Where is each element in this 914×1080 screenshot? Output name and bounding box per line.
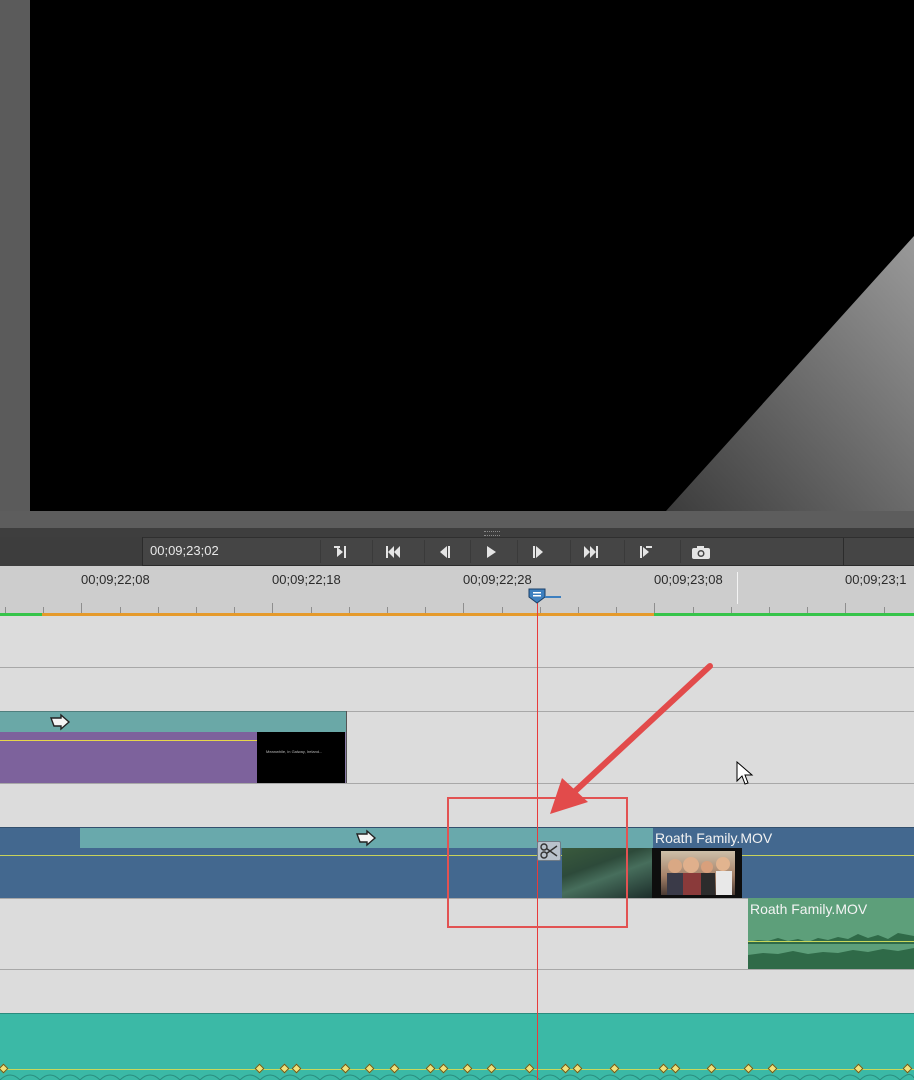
goto-out-point-button[interactable]	[624, 540, 664, 563]
play-icon	[486, 546, 496, 559]
step-back-icon	[439, 546, 450, 559]
annotation-arrow-icon	[550, 663, 713, 814]
audio-volume-line[interactable]	[748, 941, 914, 942]
snapshot-button[interactable]	[680, 540, 720, 563]
timecode-area	[0, 537, 143, 566]
ruler-tick	[272, 603, 273, 613]
monitor-left-border	[0, 0, 30, 515]
track-separator	[0, 783, 914, 784]
camera-icon	[691, 545, 710, 559]
step-back-button[interactable]	[424, 540, 464, 563]
skip-next-icon	[583, 546, 598, 559]
pointing-hand-icon[interactable]	[354, 829, 378, 847]
title-clip-thumbnail	[257, 732, 346, 783]
ruler-label: 00;09;22;28	[463, 572, 532, 587]
music-waveform	[0, 1074, 914, 1080]
ruler-tick	[654, 603, 655, 613]
ruler-tick	[845, 603, 846, 613]
family-people-graphic	[667, 857, 732, 895]
goto-in-point-button[interactable]	[320, 540, 360, 563]
ruler-label: 00;09;23;1	[845, 572, 907, 587]
playhead-tail-icon	[545, 596, 561, 598]
goto-out-point-icon	[639, 546, 652, 559]
ruler-label: 00;09;22;18	[272, 572, 341, 587]
transport-separator	[843, 538, 844, 565]
mouse-cursor-icon	[736, 761, 754, 785]
audio-clip-name: Roath Family.MOV	[750, 901, 868, 917]
family-photo	[661, 851, 735, 895]
track-separator	[0, 969, 914, 970]
step-forward-button[interactable]	[517, 540, 557, 563]
goto-in-point-icon	[333, 546, 346, 559]
ruler-label: 00;09;22;08	[81, 572, 150, 587]
ruler-label: 00;09;23;08	[654, 572, 723, 587]
ruler-cursor-mark	[737, 572, 738, 604]
play-button[interactable]	[470, 540, 510, 563]
skip-previous-icon	[385, 546, 400, 559]
preview-frame-graphic	[666, 236, 914, 511]
panel-divider[interactable]	[0, 528, 914, 537]
title-clip-end	[346, 711, 347, 783]
title-opacity-line[interactable]	[0, 740, 257, 741]
title-thumbnail-text: Meanwhile, in Galway, Ireland...	[266, 749, 323, 754]
next-edit-button[interactable]	[570, 540, 610, 563]
previous-edit-button[interactable]	[372, 540, 412, 563]
ruler-tick	[81, 603, 82, 613]
current-timecode[interactable]: 00;09;23;02	[150, 543, 219, 558]
ruler-tick	[463, 603, 464, 613]
track-separator	[0, 667, 914, 668]
step-forward-icon	[532, 546, 543, 559]
preview-canvas[interactable]	[30, 0, 914, 511]
video-clip-name: Roath Family.MOV	[655, 830, 773, 846]
resize-grip-icon[interactable]	[484, 531, 500, 536]
pointing-hand-icon[interactable]	[48, 713, 72, 731]
